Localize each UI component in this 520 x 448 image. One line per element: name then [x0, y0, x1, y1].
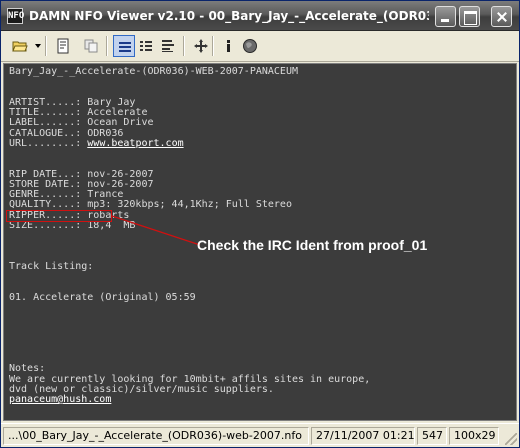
- view-text-icon: [162, 40, 174, 52]
- annotation-text: Check the IRC Ident from proof_01: [197, 237, 428, 253]
- nfo-viewer[interactable]: Bary_Jay_-_Accelerate-(ODR036)-WEB-2007-…: [3, 63, 517, 421]
- minimize-button[interactable]: [435, 6, 456, 27]
- copy-icon: [84, 39, 98, 53]
- toolbar-separator: [106, 36, 108, 56]
- url-link[interactable]: www.beatport.com: [87, 138, 183, 149]
- app-window: NFO DAMN NFO Viewer v2.10 - 00_Bary_Jay_…: [0, 0, 520, 448]
- nfo-line: [9, 344, 509, 354]
- move-icon: [194, 39, 208, 53]
- view-text-button[interactable]: [157, 35, 179, 57]
- properties-button[interactable]: [52, 35, 74, 57]
- toolbar-separator: [45, 36, 47, 56]
- nfo-line: LABEL......: Ocean Drive: [9, 117, 154, 129]
- nfo-line: [9, 149, 509, 159]
- nfo-line: [9, 77, 509, 87]
- close-button[interactable]: [491, 6, 512, 27]
- properties-icon: [57, 38, 69, 54]
- move-button[interactable]: [190, 35, 212, 57]
- info-icon: [227, 40, 230, 52]
- dropdown-arrow-icon[interactable]: [35, 44, 41, 48]
- status-file-size: 547: [417, 427, 447, 445]
- resize-grip[interactable]: [505, 433, 517, 445]
- view-list-button[interactable]: [135, 35, 157, 57]
- nfo-line-label: URL........:: [9, 137, 88, 149]
- info-button[interactable]: [217, 35, 239, 57]
- view-list-icon: [140, 41, 152, 51]
- view-normal-button[interactable]: [113, 35, 135, 57]
- maximize-button[interactable]: [459, 6, 480, 27]
- nfo-line: [9, 303, 509, 313]
- nfo-line: panaceum@hush.com: [9, 394, 509, 405]
- window-title: DAMN NFO Viewer v2.10 - 00_Bary_Jay_-_Ac…: [29, 9, 429, 23]
- open-button[interactable]: [9, 35, 31, 57]
- status-bar: ...\00_Bary_Jay_-_Accelerate_(ODR036)-we…: [1, 423, 519, 447]
- nfo-line: 01. Accelerate (Original) 05:59: [9, 291, 196, 303]
- nfo-line: Bary_Jay_-_Accelerate-(ODR036)-WEB-2007-…: [9, 66, 298, 77]
- nfo-line: [9, 334, 509, 344]
- nfo-line: URL........: www.beatport.com: [9, 137, 509, 149]
- nfo-line: Notes:: [9, 363, 46, 375]
- nfo-line: [9, 159, 509, 169]
- nfo-line: [9, 354, 509, 364]
- toolbar-separator: [183, 36, 185, 56]
- app-icon[interactable]: NFO: [7, 8, 24, 24]
- open-folder-icon: [12, 41, 28, 52]
- nfo-line: QUALITY....: mp3: 320kbps; 44,1Khz; Full…: [9, 199, 292, 211]
- globe-icon: [243, 39, 257, 53]
- email-link[interactable]: panaceum@hush.com: [9, 394, 111, 405]
- status-file-path: ...\00_Bary_Jay_-_Accelerate_(ODR036)-we…: [3, 427, 309, 445]
- status-dimensions: 100x29: [449, 427, 499, 445]
- nfo-line: SIZE.......: 18,4 MB: [9, 219, 136, 231]
- nfo-line: [9, 282, 509, 292]
- ripper-highlight-box: [6, 210, 112, 222]
- nfo-line: [9, 323, 509, 333]
- status-file-date: 27/11/2007 01:21: [311, 427, 415, 445]
- nfo-line: [9, 272, 509, 282]
- copy-button[interactable]: [80, 35, 102, 57]
- nfo-line: Track Listing:: [9, 260, 94, 272]
- nfo-line: [9, 313, 509, 323]
- view-normal-icon: [119, 42, 131, 52]
- toolbar: [1, 31, 519, 62]
- web-button[interactable]: [239, 35, 261, 57]
- toolbar-separator: [212, 36, 214, 56]
- title-bar[interactable]: NFO DAMN NFO Viewer v2.10 - 00_Bary_Jay_…: [1, 1, 519, 31]
